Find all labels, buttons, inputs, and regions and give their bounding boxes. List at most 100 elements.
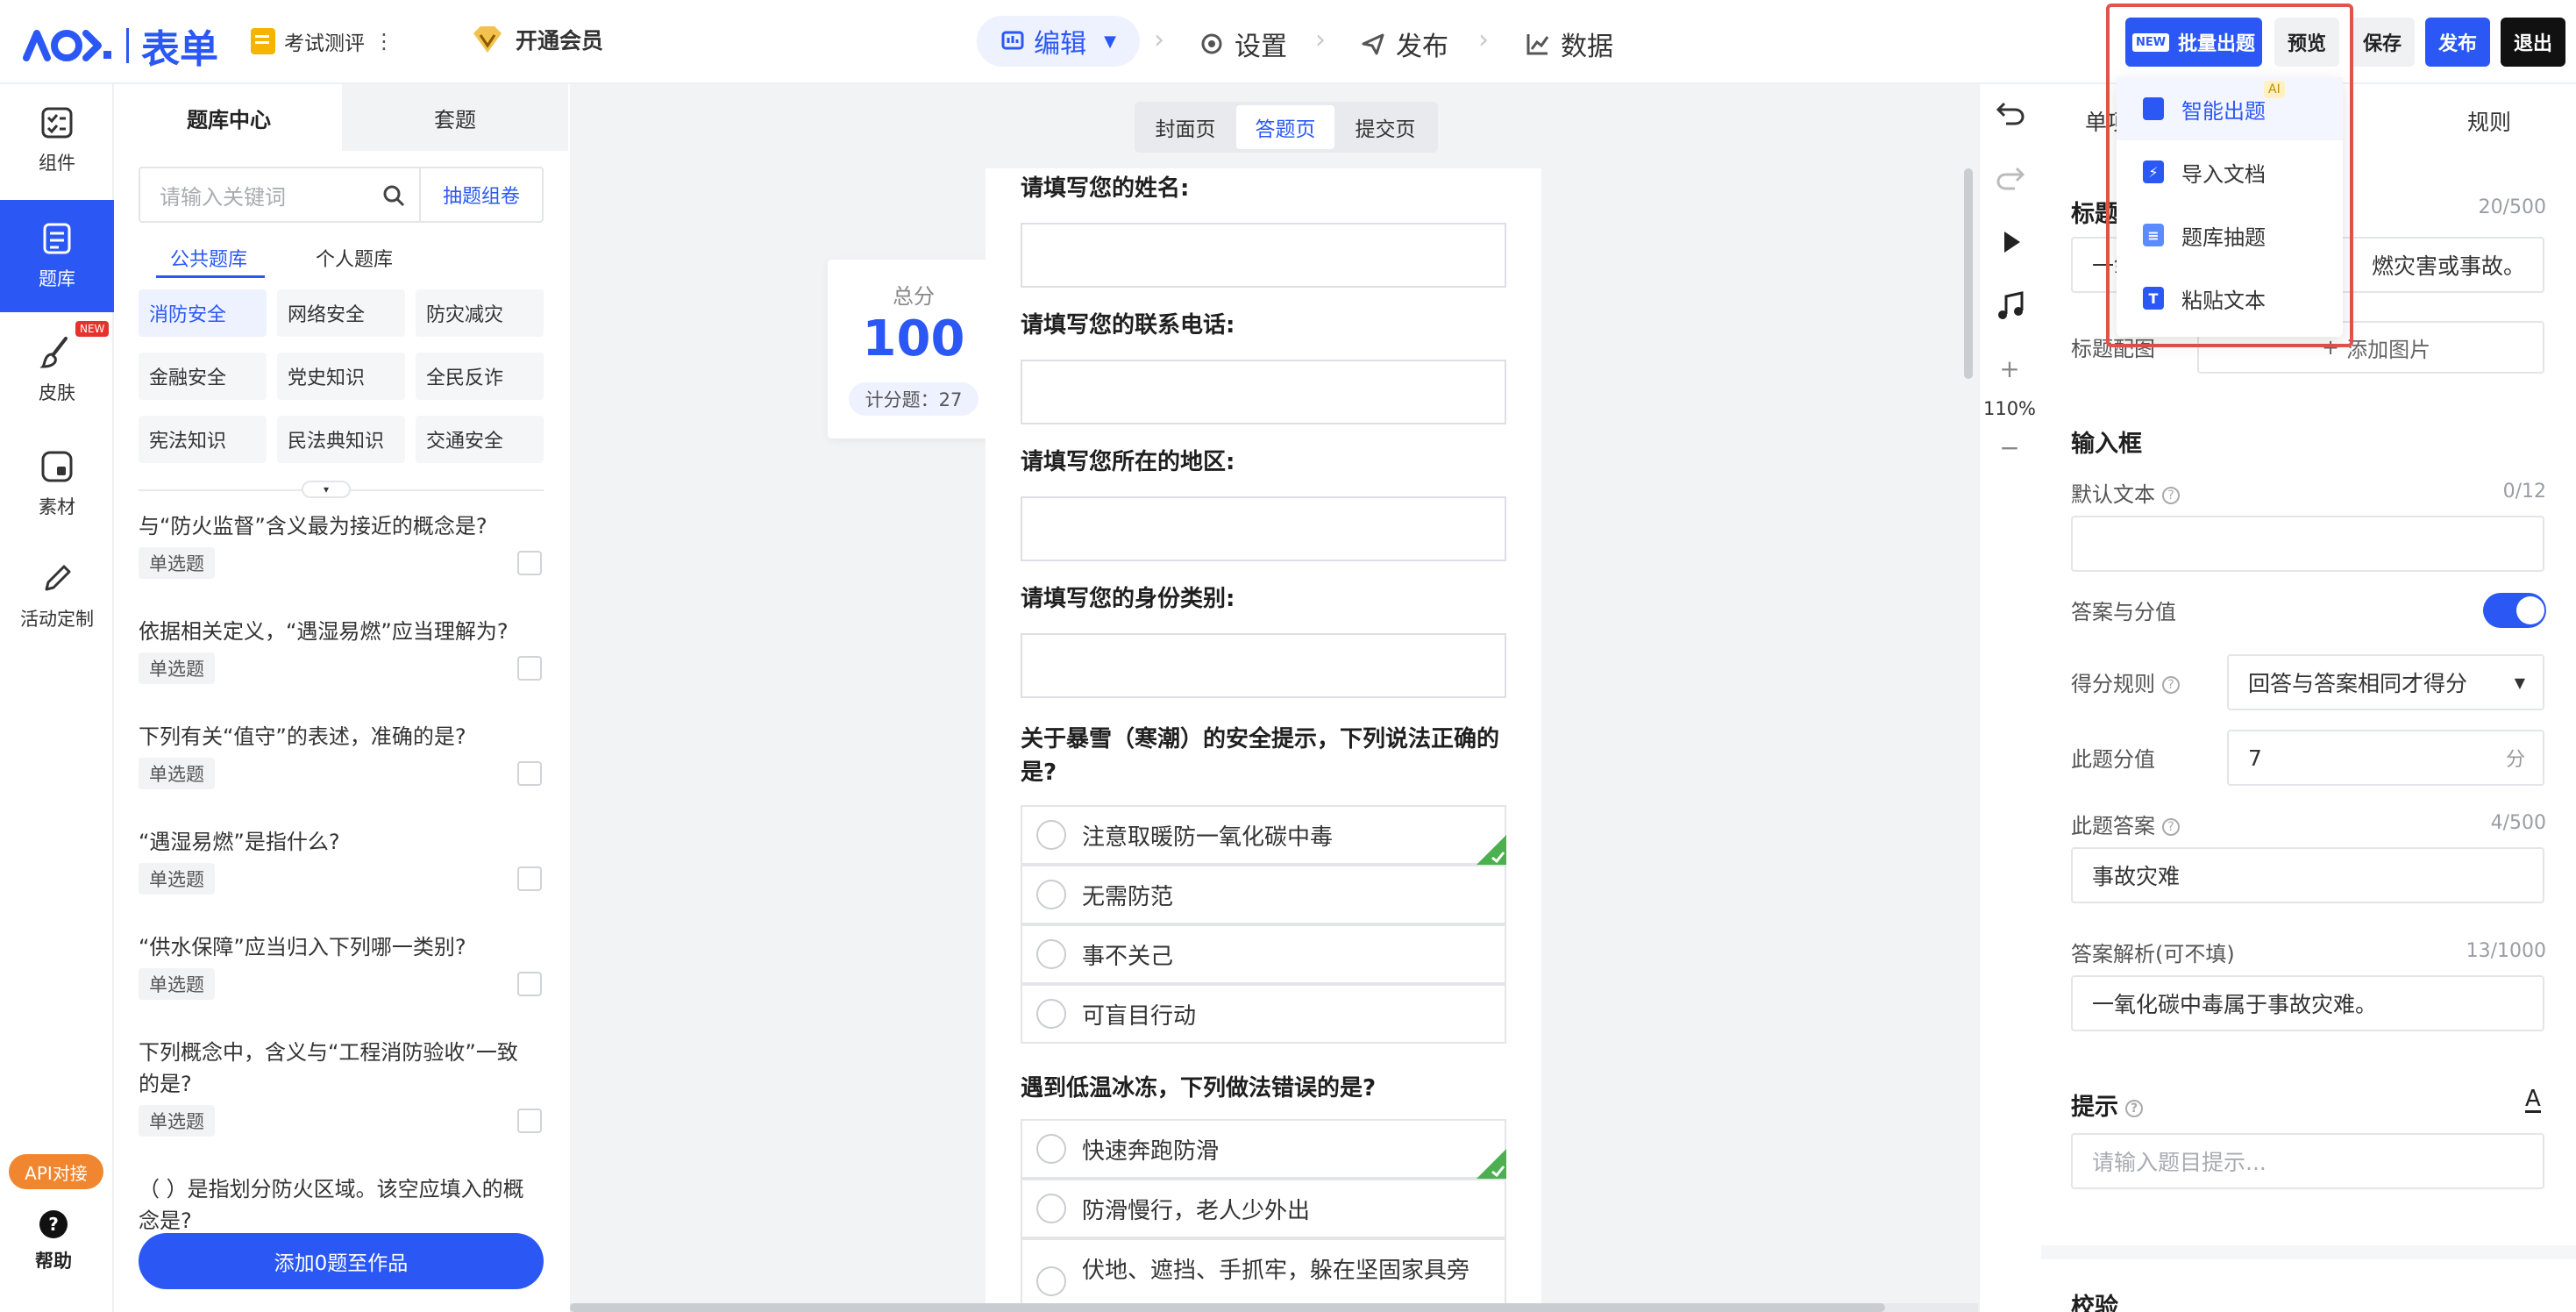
option-label: 可盲目行动 — [1082, 1002, 1197, 1030]
project-title[interactable]: 考试测评 ⋮ — [251, 26, 395, 56]
music-icon[interactable] — [1997, 291, 2024, 321]
answer-score-toggle[interactable] — [2483, 593, 2546, 628]
vertical-scrollbar[interactable] — [1964, 168, 1973, 379]
tag-civil-code[interactable]: 民法典知识 — [277, 416, 405, 463]
left-nav: 组件 题库 NEW 皮肤 素材 活动定制 API对接 ? 帮助 — [0, 84, 114, 1312]
chevron-down-icon: ▼ — [2514, 674, 2525, 691]
search-input[interactable]: 请输入关键词 — [139, 167, 421, 223]
tag-fire-safety[interactable]: 消防安全 — [139, 289, 267, 337]
text-style-icon[interactable]: A — [2525, 1087, 2541, 1113]
search-icon[interactable] — [382, 184, 405, 207]
question-checkbox[interactable] — [517, 761, 542, 786]
tab-publish[interactable]: 发布 — [1361, 25, 1448, 63]
title-value-right: 燃灾害或事故。 — [2371, 253, 2525, 279]
vip-link[interactable]: 开通会员 — [470, 23, 603, 56]
tab-answer-page[interactable]: 答题页 — [1236, 105, 1334, 149]
radio-icon — [1036, 880, 1066, 909]
api-button[interactable]: API对接 — [9, 1154, 103, 1189]
answer-value: 事故灾难 — [2092, 864, 2181, 889]
option-label: 快速奔跑防滑 — [1082, 1137, 1220, 1165]
menu-item-ai-create[interactable]: 智能出题 AI — [2117, 77, 2343, 140]
nav-material[interactable]: 素材 — [0, 428, 114, 540]
option-correct[interactable]: 快速奔跑防滑 — [1021, 1119, 1506, 1179]
tab-public-bank[interactable]: 公共题库 — [170, 244, 247, 272]
zoom-out-button[interactable]: − — [1980, 433, 2039, 462]
tag-anti-fraud[interactable]: 全民反诈 — [416, 353, 544, 400]
add-to-work-button[interactable]: 添加0题至作品 — [139, 1233, 544, 1289]
tool-column: + 110% − — [1978, 84, 2039, 1312]
tab-bank-center[interactable]: 题库中心 — [116, 84, 342, 151]
question-checkbox[interactable] — [517, 866, 542, 891]
option[interactable]: 事不关己 — [1021, 924, 1506, 984]
hint-input[interactable]: 请输入题目提示... — [2071, 1133, 2544, 1189]
radio-icon — [1036, 1194, 1066, 1223]
question-checkbox[interactable] — [517, 972, 542, 996]
menu-item-paste-text[interactable]: T 粘贴文本 — [2117, 267, 2343, 330]
nav-question-bank[interactable]: 题库 — [0, 200, 114, 312]
question-checkbox[interactable] — [517, 1109, 542, 1133]
brand-logo[interactable]: 表单 — [19, 18, 218, 74]
draw-questions-button[interactable]: 抽题组卷 — [421, 167, 544, 223]
nav-custom[interactable]: 活动定制 — [0, 540, 114, 652]
tab-submit-page[interactable]: 提交页 — [1340, 105, 1431, 149]
component-icon — [41, 107, 73, 139]
material-icon — [41, 451, 73, 482]
tag-network-safety[interactable]: 网络安全 — [277, 289, 405, 337]
save-button[interactable]: 保存 — [2350, 18, 2415, 67]
tag-party-history[interactable]: 党史知识 — [277, 353, 405, 400]
question-title: 遇到低温冰冻，下列做法错误的是? — [1021, 1075, 1377, 1102]
question-checkbox[interactable] — [517, 551, 542, 575]
option[interactable]: 可盲目行动 — [1021, 984, 1506, 1044]
undo-icon[interactable] — [1996, 100, 2025, 126]
phone-input[interactable] — [1021, 360, 1506, 424]
tab-rules[interactable]: 规则 — [2467, 105, 2511, 137]
question-icon: ? — [39, 1210, 68, 1238]
tab-question-sets[interactable]: 套题 — [342, 84, 568, 151]
tab-settings[interactable]: 设置 — [1199, 25, 1287, 63]
score-value-input[interactable]: 7 分 — [2227, 730, 2544, 786]
check-corner-icon — [1477, 1149, 1506, 1179]
question-type-badge: 单选题 — [139, 652, 215, 684]
horizontal-scrollbar[interactable] — [570, 1303, 1885, 1312]
tag-constitution[interactable]: 宪法知识 — [139, 416, 267, 463]
expand-toggle[interactable]: ▾ — [302, 481, 351, 498]
nav-skin[interactable]: NEW 皮肤 — [0, 314, 114, 426]
answer-input[interactable]: 事故灾难 — [2071, 847, 2544, 903]
tab-personal-bank[interactable]: 个人题库 — [316, 244, 393, 272]
nav-question-bank-label: 题库 — [39, 268, 75, 289]
analysis-input[interactable]: 一氧化碳中毒属于事故灾难。 — [2071, 975, 2544, 1031]
option[interactable]: 防滑慢行，老人少外出 — [1021, 1179, 1506, 1238]
tag-disaster-prevention[interactable]: 防灾减灾 — [416, 289, 544, 337]
option-label: 事不关己 — [1082, 943, 1174, 970]
name-input[interactable] — [1021, 223, 1506, 288]
menu-item-import-document[interactable]: ⚡ 导入文档 — [2117, 140, 2343, 203]
menu-item-bank-draw[interactable]: ≡ 题库抽题 — [2117, 203, 2343, 267]
question-text: “遇湿易燃”是指什么? — [139, 830, 340, 854]
tab-data[interactable]: 数据 — [1526, 25, 1613, 63]
tab-edit[interactable]: 编辑 ▼ — [977, 16, 1140, 67]
zoom-in-button[interactable]: + — [1980, 354, 2039, 383]
more-icon[interactable]: ⋮ — [374, 29, 395, 53]
nav-components[interactable]: 组件 — [0, 84, 114, 196]
exit-button[interactable]: 退出 — [2501, 18, 2565, 67]
publish-button[interactable]: 发布 — [2425, 18, 2490, 67]
play-icon[interactable] — [2001, 230, 2022, 254]
option[interactable]: 伏地、遮挡、手抓牢，躲在坚固家具旁 — [1021, 1238, 1506, 1312]
help-button[interactable]: ? 帮助 — [35, 1210, 72, 1273]
redo-icon[interactable] — [1996, 165, 2025, 191]
option[interactable]: 无需防范 — [1021, 865, 1506, 924]
option-correct[interactable]: 注意取暖防一氧化碳中毒 — [1021, 805, 1506, 865]
tag-finance-safety[interactable]: 金融安全 — [139, 353, 267, 400]
question-text: “供水保障”应当归入下列哪一类别? — [139, 935, 466, 959]
question-text: 与“防火监督”含义最为接近的概念是? — [139, 514, 487, 538]
identity-input[interactable] — [1021, 633, 1506, 698]
question-checkbox[interactable] — [517, 656, 542, 681]
region-input[interactable] — [1021, 496, 1506, 561]
score-rule-select[interactable]: 回答与答案相同才得分 ▼ — [2227, 654, 2544, 710]
tag-traffic-safety[interactable]: 交通安全 — [416, 416, 544, 463]
field-label-phone: 请填写您的联系电话: — [1021, 312, 1235, 339]
ai-badge: AI — [2264, 81, 2285, 98]
default-text-input[interactable] — [2071, 516, 2544, 572]
tab-cover-page[interactable]: 封面页 — [1140, 105, 1231, 149]
brush-icon — [39, 337, 68, 368]
